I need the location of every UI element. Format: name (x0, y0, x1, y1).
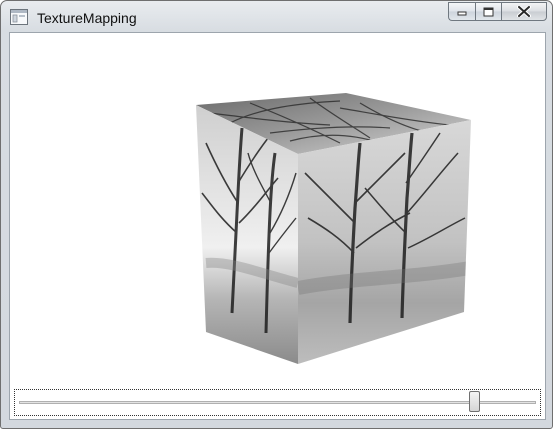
caption-buttons (448, 2, 547, 22)
title-bar[interactable]: TextureMapping (1, 1, 552, 35)
rotation-slider[interactable] (14, 389, 541, 416)
window-title: TextureMapping (37, 10, 137, 26)
minimize-button[interactable] (448, 2, 475, 21)
client-area (9, 32, 546, 420)
application-window: TextureMapping (0, 0, 553, 429)
cube-right-face (298, 120, 471, 364)
maximize-button[interactable] (475, 2, 501, 21)
viewport-3d[interactable] (10, 33, 545, 387)
app-window-icon[interactable] (10, 9, 28, 25)
close-icon (517, 6, 531, 17)
slider-track[interactable] (19, 401, 536, 404)
maximize-icon (483, 7, 494, 16)
slider-thumb[interactable] (469, 391, 481, 412)
minimize-icon (457, 11, 467, 15)
textured-cube (196, 93, 471, 364)
close-button[interactable] (501, 2, 547, 21)
